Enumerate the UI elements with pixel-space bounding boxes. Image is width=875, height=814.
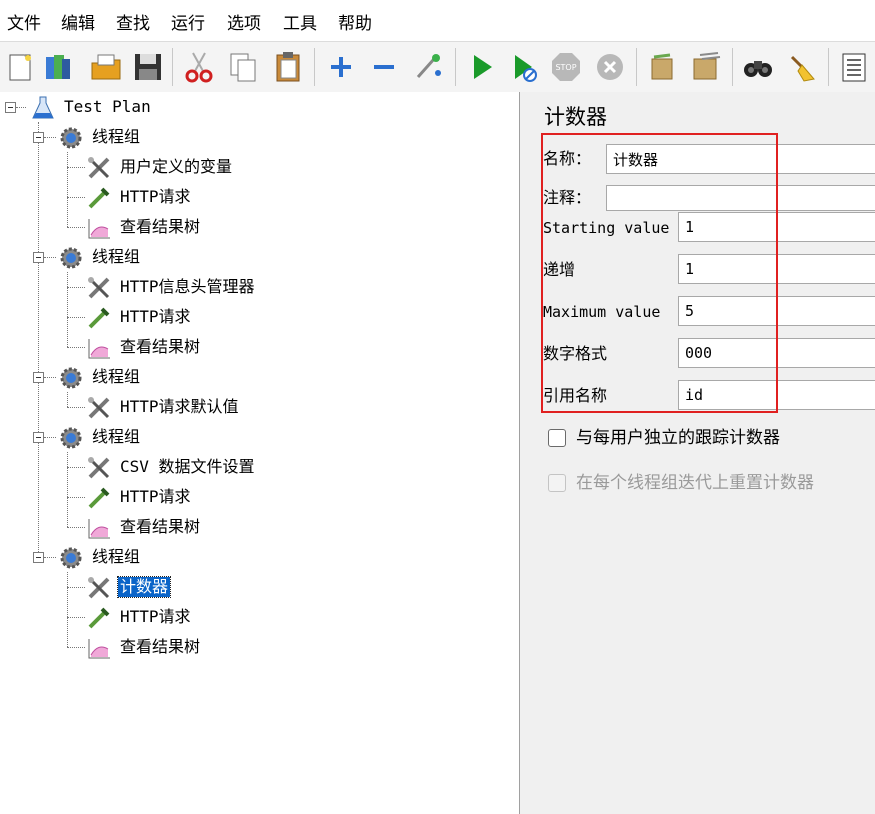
gear-icon (58, 425, 84, 451)
templates-icon[interactable] (40, 49, 76, 85)
comment-label: 注释： (543, 188, 592, 207)
reset-search-icon[interactable] (784, 49, 820, 85)
menu-run[interactable]: 运行 (171, 14, 205, 34)
pipette-icon (86, 605, 112, 631)
toolbar: STOP (0, 41, 875, 93)
tree-node-view-results-tree[interactable]: 查看结果树 (86, 335, 306, 361)
menu-file[interactable]: 文件 (7, 14, 41, 34)
clear-icon[interactable] (644, 49, 680, 85)
search-icon[interactable] (740, 49, 776, 85)
starting-value-field[interactable] (678, 212, 875, 242)
toggle-icon[interactable] (410, 49, 446, 85)
chart-icon (86, 215, 112, 241)
paste-icon[interactable] (270, 49, 306, 85)
group-1-collapse-toggle[interactable] (33, 132, 44, 143)
start-no-pause-icon[interactable] (506, 49, 542, 85)
counter-config-panel: 计数器 名称： 注释： Starting value 递增 Maximum va… (526, 92, 875, 814)
tree-node-view-results-tree[interactable]: 查看结果树 (86, 215, 306, 241)
menu-tools[interactable]: 工具 (283, 14, 317, 34)
menu-options[interactable]: 选项 (227, 14, 261, 34)
group-2-collapse-toggle[interactable] (33, 252, 44, 263)
wrench-icon (86, 575, 112, 601)
tree-node-http-request[interactable]: HTTP请求 (86, 305, 306, 331)
name-field[interactable] (606, 144, 875, 174)
shutdown-icon[interactable] (592, 49, 628, 85)
tree-node-csv-data-set[interactable]: CSV 数据文件设置 (86, 455, 326, 481)
wrench-icon (86, 275, 112, 301)
starting-value-label: Starting value (543, 219, 670, 237)
menu-search[interactable]: 查找 (116, 14, 150, 34)
gear-icon (58, 125, 84, 151)
maximum-value-field[interactable] (678, 296, 875, 326)
copy-icon[interactable] (225, 49, 261, 85)
tree-node-header-manager[interactable]: HTTP信息头管理器 (86, 275, 326, 301)
maximum-value-label: Maximum value (543, 303, 661, 321)
reference-name-label: 引用名称 (543, 386, 608, 405)
pane-splitter[interactable] (519, 92, 526, 814)
clear-all-icon[interactable] (688, 49, 724, 85)
stop-icon[interactable]: STOP (548, 49, 584, 85)
menu-edit[interactable]: 编辑 (61, 14, 95, 34)
checkbox-label: 在每个线程组迭代上重置计数器 (576, 473, 814, 493)
reference-name-field[interactable] (678, 380, 875, 410)
tree-node-view-results-tree[interactable]: 查看结果树 (86, 635, 306, 661)
new-icon[interactable] (2, 49, 38, 85)
group-4-collapse-toggle[interactable] (33, 432, 44, 443)
menu-bar: 文件 编辑 查找 运行 选项 工具 帮助 (0, 7, 875, 41)
tree-node-http-defaults[interactable]: HTTP请求默认值 (86, 395, 306, 421)
tree-node-thread-group[interactable]: 线程组 (58, 425, 258, 451)
tree-node-user-variables[interactable]: 用户定义的变量 (86, 155, 306, 181)
wrench-icon (86, 395, 112, 421)
cut-icon[interactable] (181, 49, 217, 85)
chart-icon (86, 515, 112, 541)
checkbox-box (548, 474, 566, 492)
gear-icon (58, 245, 84, 271)
tree-node-http-request[interactable]: HTTP请求 (86, 185, 306, 211)
svg-text:STOP: STOP (555, 63, 576, 72)
chart-icon (86, 635, 112, 661)
increment-field[interactable] (678, 254, 875, 284)
tree-node-http-request[interactable]: HTTP请求 (86, 485, 306, 511)
pipette-icon (86, 305, 112, 331)
increment-label: 递增 (543, 260, 576, 279)
number-format-field[interactable] (678, 338, 875, 368)
gear-icon (58, 365, 84, 391)
checkbox-box[interactable] (548, 429, 566, 447)
tree-node-view-results-tree[interactable]: 查看结果树 (86, 515, 306, 541)
group-3-collapse-toggle[interactable] (33, 372, 44, 383)
test-plan-tree: Test Plan 线程组 用户定义的变量 HTTP请求 查看结果树 线程组 H… (0, 92, 519, 814)
tree-node-thread-group[interactable]: 线程组 (58, 365, 258, 391)
menu-help[interactable]: 帮助 (338, 14, 372, 34)
tree-node-test-plan[interactable]: Test Plan (30, 95, 230, 121)
tree-node-thread-group[interactable]: 线程组 (58, 545, 258, 571)
wrench-icon (86, 155, 112, 181)
root-collapse-toggle[interactable] (5, 102, 16, 113)
gear-icon (58, 545, 84, 571)
pipette-icon (86, 185, 112, 211)
group-5-collapse-toggle[interactable] (33, 552, 44, 563)
tree-node-thread-group[interactable]: 线程组 (58, 245, 258, 271)
number-format-label: 数字格式 (543, 344, 608, 363)
start-icon[interactable] (464, 49, 500, 85)
tree-node-thread-group[interactable]: 线程组 (58, 125, 258, 151)
name-label: 名称： (543, 149, 592, 168)
checkbox-label: 与每用户独立的跟踪计数器 (576, 428, 780, 448)
tree-node-http-request[interactable]: HTTP请求 (86, 605, 306, 631)
chart-icon (86, 335, 112, 361)
pipette-icon (86, 485, 112, 511)
wrench-icon (86, 455, 112, 481)
comment-field[interactable] (606, 185, 875, 211)
panel-title: 计数器 (544, 105, 607, 129)
save-icon[interactable] (130, 49, 166, 85)
open-icon[interactable] (88, 49, 124, 85)
test-plan-icon (30, 95, 56, 121)
collapse-icon[interactable] (366, 49, 402, 85)
expand-icon[interactable] (323, 49, 359, 85)
tree-node-counter-selected[interactable]: 计数器 (86, 575, 306, 601)
function-helper-icon[interactable] (836, 49, 872, 85)
